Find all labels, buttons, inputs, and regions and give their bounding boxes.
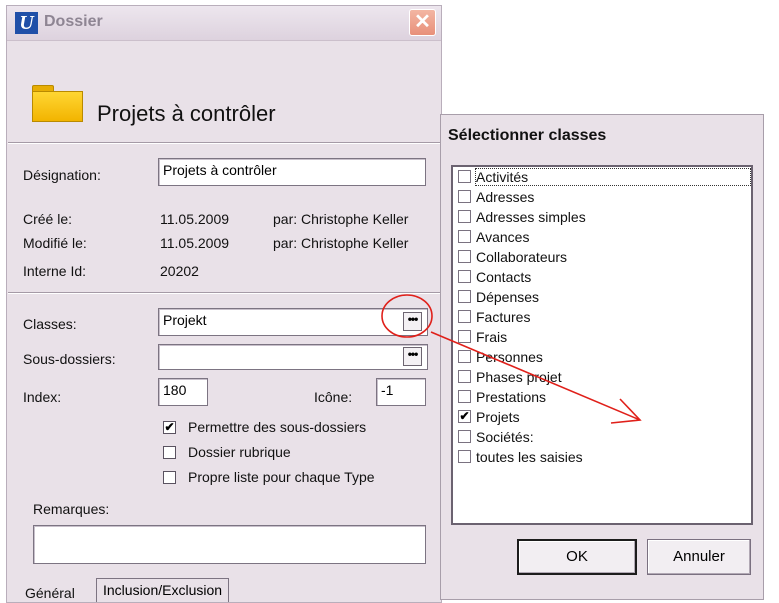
list-item-label: Adresses simples (476, 209, 586, 225)
index-field[interactable]: 180 (158, 378, 208, 406)
list-item[interactable]: Contacts (458, 267, 748, 287)
list-item-label: Phases projet (476, 369, 562, 385)
list-item-label: Dépenses (476, 289, 540, 305)
checkbox-icon[interactable] (458, 390, 471, 403)
internal-id-label: Interne Id: (23, 263, 87, 279)
modified-label: Modifié le: (23, 235, 87, 251)
window-title: Dossier (44, 13, 103, 30)
cancel-button[interactable]: Annuler (647, 539, 751, 575)
folder-icon (32, 85, 83, 122)
list-item[interactable]: Collaborateurs (458, 247, 748, 267)
classes-label: Classes: (23, 316, 77, 332)
page-title: Projets à contrôler (97, 101, 276, 126)
checkbox-icon[interactable] (458, 370, 471, 383)
own-list-checkbox[interactable] (163, 471, 176, 484)
checkbox-icon[interactable] (458, 450, 471, 463)
list-item[interactable]: Dépenses (458, 287, 748, 307)
list-item-label: Projets (476, 409, 520, 425)
list-item[interactable]: Adresses (458, 187, 748, 207)
modified-by: par: Christophe Keller (273, 235, 409, 251)
created-label: Créé le: (23, 211, 73, 227)
created-by: par: Christophe Keller (273, 211, 409, 227)
remarks-label: Remarques: (33, 501, 110, 517)
checkbox-icon[interactable] (458, 250, 471, 263)
tab-general[interactable]: Général (25, 585, 75, 601)
checkbox-icon[interactable] (458, 350, 471, 363)
checkbox-icon[interactable] (458, 210, 471, 223)
icon-field[interactable]: -1 (376, 378, 426, 406)
classes-browse-button[interactable]: ••• (403, 312, 422, 331)
classes-field[interactable]: Projekt (158, 308, 428, 336)
list-item-label: Collaborateurs (476, 249, 568, 265)
list-item-label: Factures (476, 309, 531, 325)
classes-list[interactable]: Activités Adresses Adresses simples Avan… (451, 165, 753, 525)
subfolders-label: Sous-dossiers: (23, 351, 116, 367)
checkbox-icon[interactable] (458, 430, 471, 443)
index-label: Index: (23, 389, 62, 405)
allow-subfolders-label: Permettre des sous-dossiers (188, 419, 367, 435)
list-item[interactable]: Frais (458, 327, 748, 347)
list-item-label: toutes les saisies (476, 449, 583, 465)
created-date: 11.05.2009 (160, 211, 230, 227)
checkbox-icon[interactable] (458, 270, 471, 283)
tab-inclusion-exclusion[interactable]: Inclusion/Exclusion (96, 578, 230, 602)
dialog-title: Sélectionner classes (448, 127, 607, 144)
list-item-label: Frais (476, 329, 508, 345)
list-item-label: Contacts (476, 269, 532, 285)
list-item[interactable]: Factures (458, 307, 748, 327)
select-classes-dialog: Sélectionner classes Activités Adresses … (440, 114, 764, 600)
modified-date: 11.05.2009 (160, 235, 230, 251)
rubric-folder-checkbox[interactable] (163, 446, 176, 459)
list-item[interactable]: Adresses simples (458, 207, 748, 227)
ok-button[interactable]: OK (517, 539, 637, 575)
own-list-label: Propre liste pour chaque Type (188, 469, 375, 485)
list-item[interactable]: Prestations (458, 387, 748, 407)
list-item-label: Activités (475, 168, 751, 186)
checkbox-icon[interactable] (458, 190, 471, 203)
designation-label: Désignation: (23, 167, 101, 183)
designation-field[interactable]: Projets à contrôler (158, 158, 426, 186)
checkbox-icon[interactable] (458, 230, 471, 243)
list-item[interactable]: ✔ Projets (458, 407, 748, 427)
list-item-label: Avances (476, 229, 530, 245)
rubric-folder-label: Dossier rubrique (188, 444, 291, 460)
list-item-label: Adresses (476, 189, 535, 205)
app-logo-icon: U (15, 12, 38, 34)
checkbox-icon[interactable]: ✔ (458, 410, 471, 423)
list-item[interactable]: toutes les saisies (458, 447, 748, 467)
list-item[interactable]: Personnes (458, 347, 748, 367)
checkbox-icon[interactable] (458, 170, 471, 183)
close-button[interactable]: ✕ (409, 9, 436, 36)
title-bar[interactable]: U Dossier ✕ (7, 6, 441, 41)
subfolders-browse-button[interactable]: ••• (403, 347, 422, 366)
list-item-label: Personnes (476, 349, 543, 365)
list-item-label: Sociétés: (476, 429, 534, 445)
allow-subfolders-checkbox[interactable]: ✔ (163, 421, 176, 434)
subfolders-field[interactable] (158, 344, 428, 370)
internal-id-value: 20202 (160, 263, 199, 279)
list-item-label: Prestations (476, 389, 547, 405)
icon-label: Icône: (314, 389, 353, 405)
checkbox-icon[interactable] (458, 290, 471, 303)
checkbox-icon[interactable] (458, 330, 471, 343)
remarks-field[interactable] (33, 525, 426, 564)
list-item[interactable]: Sociétés: (458, 427, 748, 447)
divider (8, 142, 440, 144)
checkbox-icon[interactable] (458, 310, 471, 323)
list-item[interactable]: Phases projet (458, 367, 748, 387)
dossier-window: U Dossier ✕ Projets à contrôler Désignat… (6, 5, 442, 603)
list-item[interactable]: Avances (458, 227, 748, 247)
list-item[interactable]: Activités (458, 167, 751, 187)
divider (8, 292, 440, 294)
